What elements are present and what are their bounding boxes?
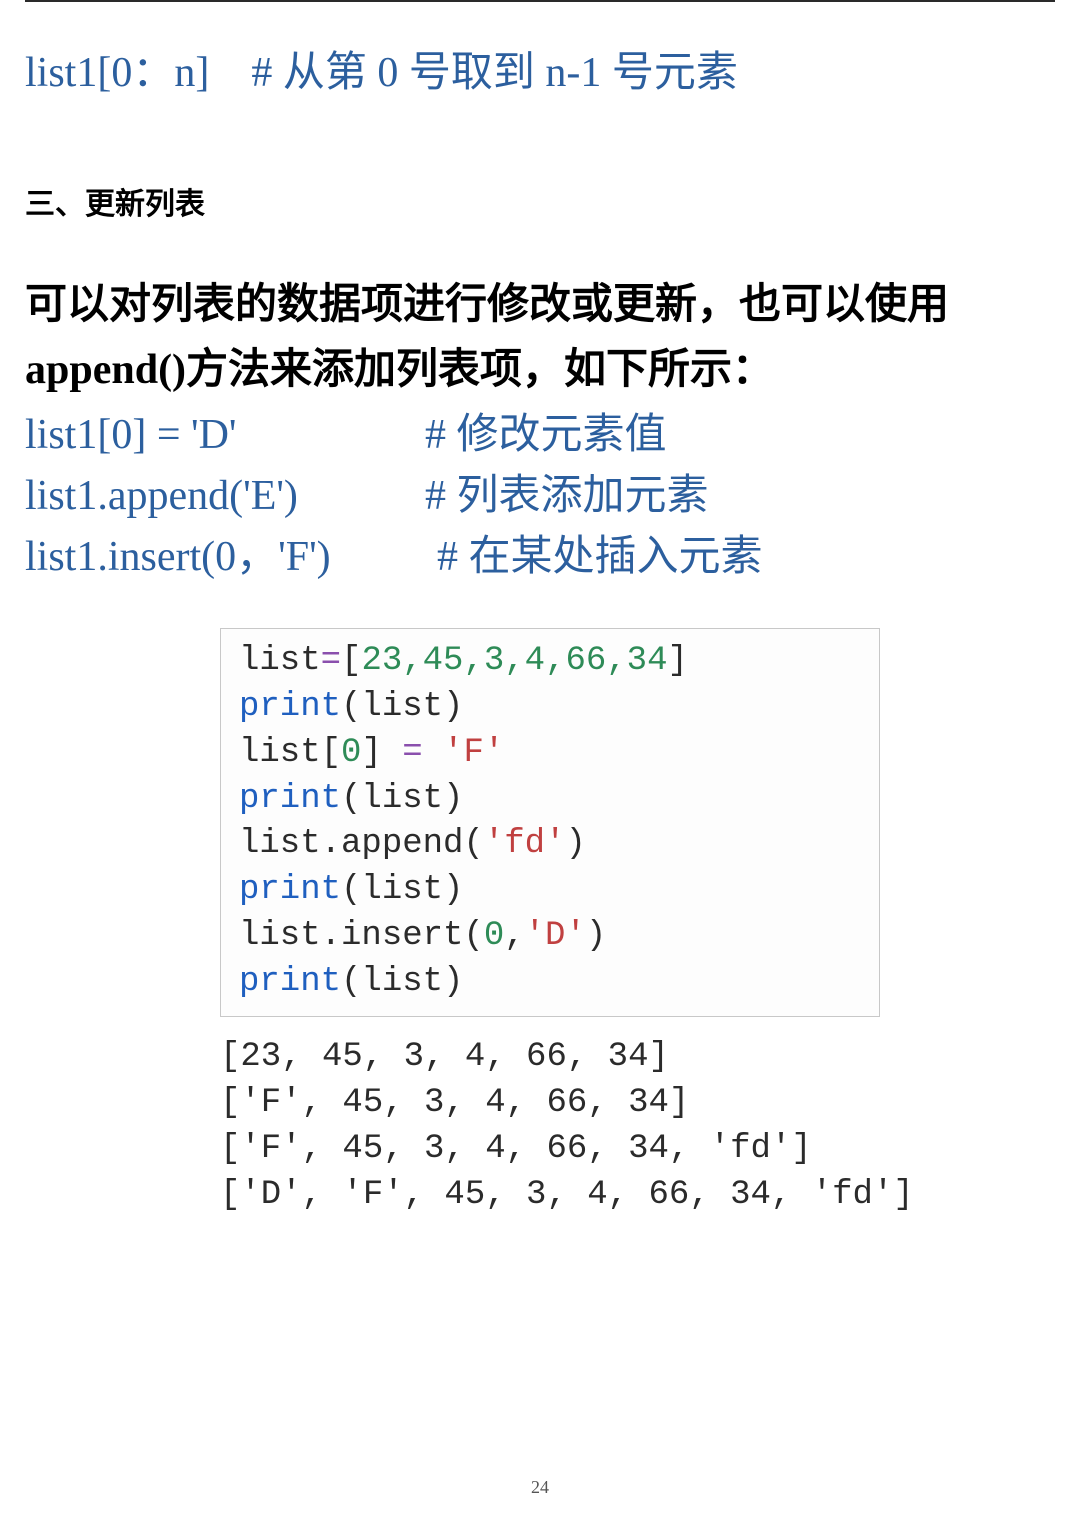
- code-token: ,: [504, 917, 524, 955]
- top-divider: [25, 0, 1055, 20]
- code-token: ]: [668, 642, 688, 680]
- code-token: 'D': [525, 917, 586, 955]
- update-comment: # 在某处插入元素: [437, 527, 763, 588]
- output-line: ['F', 45, 3, 4, 66, 34, 'fd']: [220, 1130, 812, 1168]
- code-token: 'F': [443, 734, 504, 772]
- output-line: [23, 45, 3, 4, 66, 34]: [220, 1038, 669, 1076]
- code-token: 23,45,3,4,66,34: [361, 642, 667, 680]
- output-line: ['D', 'F', 45, 3, 4, 66, 34, 'fd']: [220, 1176, 914, 1214]
- update-code: list1.append('E'): [25, 466, 425, 527]
- code-token: list: [239, 642, 321, 680]
- code-token: print: [239, 780, 341, 818]
- code-token: print: [239, 688, 341, 726]
- code-token: ]: [361, 734, 402, 772]
- code-token: 0: [484, 917, 504, 955]
- code-token: 0: [341, 734, 361, 772]
- code-token: list.append(: [239, 825, 484, 863]
- code-token: (list): [341, 963, 463, 1001]
- code-token: ): [565, 825, 585, 863]
- code-token: ): [586, 917, 606, 955]
- slice-example-line: list1[0：n] # 从第 0 号取到 n-1 号元素: [25, 38, 1055, 99]
- section-title: 三、更新列表: [25, 179, 1055, 223]
- code-block: list=[23,45,3,4,66,34] print(list) list[…: [220, 628, 880, 1017]
- update-line-3: list1.insert(0，'F') # 在某处插入元素: [25, 527, 1055, 588]
- code-token: =: [402, 734, 443, 772]
- update-code: list1.insert(0，'F'): [25, 527, 425, 588]
- code-token: (list): [341, 780, 463, 818]
- slice-comment: # 从第 0 号取到 n-1 号元素: [251, 50, 738, 96]
- code-token: (list): [341, 871, 463, 909]
- output-line: ['F', 45, 3, 4, 66, 34]: [220, 1084, 689, 1122]
- code-token: list[: [239, 734, 341, 772]
- update-code: list1[0] = 'D': [25, 405, 425, 466]
- code-token: 'fd': [484, 825, 566, 863]
- code-token: print: [239, 963, 341, 1001]
- update-line-1: list1[0] = 'D' # 修改元素值: [25, 405, 1055, 466]
- code-token: list.insert(: [239, 917, 484, 955]
- code-token: (list): [341, 688, 463, 726]
- output-block: [23, 45, 3, 4, 66, 34] ['F', 45, 3, 4, 6…: [220, 1035, 970, 1219]
- code-block-container: list=[23,45,3,4,66,34] print(list) list[…: [220, 628, 880, 1017]
- document-page: list1[0：n] # 从第 0 号取到 n-1 号元素 三、更新列表 可以对…: [0, 0, 1080, 1526]
- code-token: [: [341, 642, 361, 680]
- code-token: print: [239, 871, 341, 909]
- update-line-2: list1.append('E') # 列表添加元素: [25, 466, 1055, 527]
- slice-code: list1[0：n]: [25, 50, 209, 96]
- body-paragraph: 可以对列表的数据项进行修改或更新，也可以使用 append()方法来添加列表项，…: [25, 273, 1055, 403]
- update-comment: # 修改元素值: [425, 405, 667, 466]
- page-number: 24: [0, 1477, 1080, 1498]
- update-comment: # 列表添加元素: [425, 466, 709, 527]
- code-token: =: [321, 642, 341, 680]
